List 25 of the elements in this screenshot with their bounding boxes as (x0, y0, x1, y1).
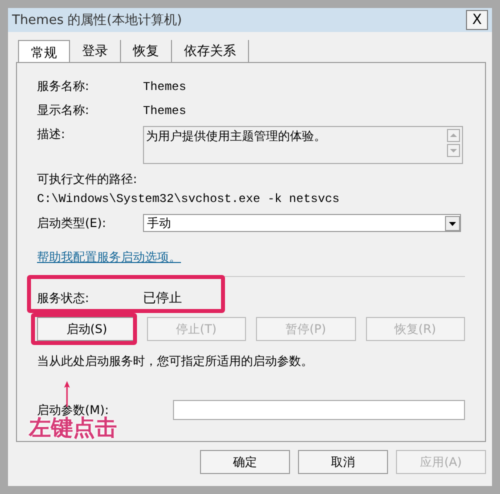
window-title: Themes 的属性(本地计算机) (12, 12, 182, 29)
field-label: 可执行文件的路径: (37, 171, 138, 188)
field-label: 启动类型(E): (37, 214, 107, 232)
field-value: Themes (143, 104, 186, 118)
field-label: 服务名称: (37, 78, 90, 95)
tab[interactable]: 常规 (18, 40, 70, 64)
close-button[interactable]: X (466, 10, 488, 30)
description-box[interactable]: 为用户提供使用主题管理的体验。 (143, 126, 463, 164)
startup-type-dropdown[interactable]: 手动 (143, 214, 461, 232)
field-value: Themes (143, 80, 186, 94)
field-label: 显示名称: (37, 102, 90, 119)
annotation-text: 左键点击 (29, 416, 117, 443)
scroll-up-icon[interactable] (447, 129, 460, 142)
scroll-down-icon[interactable] (447, 144, 460, 157)
dialog-button[interactable]: 确定 (200, 450, 290, 474)
field-label: 描述: (37, 126, 66, 143)
path-text: C:\Windows\System32\svchost.exe -k netsvcs (37, 192, 340, 206)
dialog-button[interactable]: 取消 (298, 450, 388, 474)
parameters-input[interactable] (173, 400, 465, 420)
description-text: 为用户提供使用主题管理的体验。 (145, 128, 327, 145)
status-value: 已停止 (143, 290, 182, 307)
hint-text: 当从此处启动服务时，您可指定所适用的启动参数。 (37, 353, 314, 370)
field-label: 启动参数(M): (37, 402, 110, 416)
field-label: 服务状态: (37, 290, 90, 306)
help-link[interactable]: 帮助我配置服务启动选项。 (37, 249, 181, 266)
